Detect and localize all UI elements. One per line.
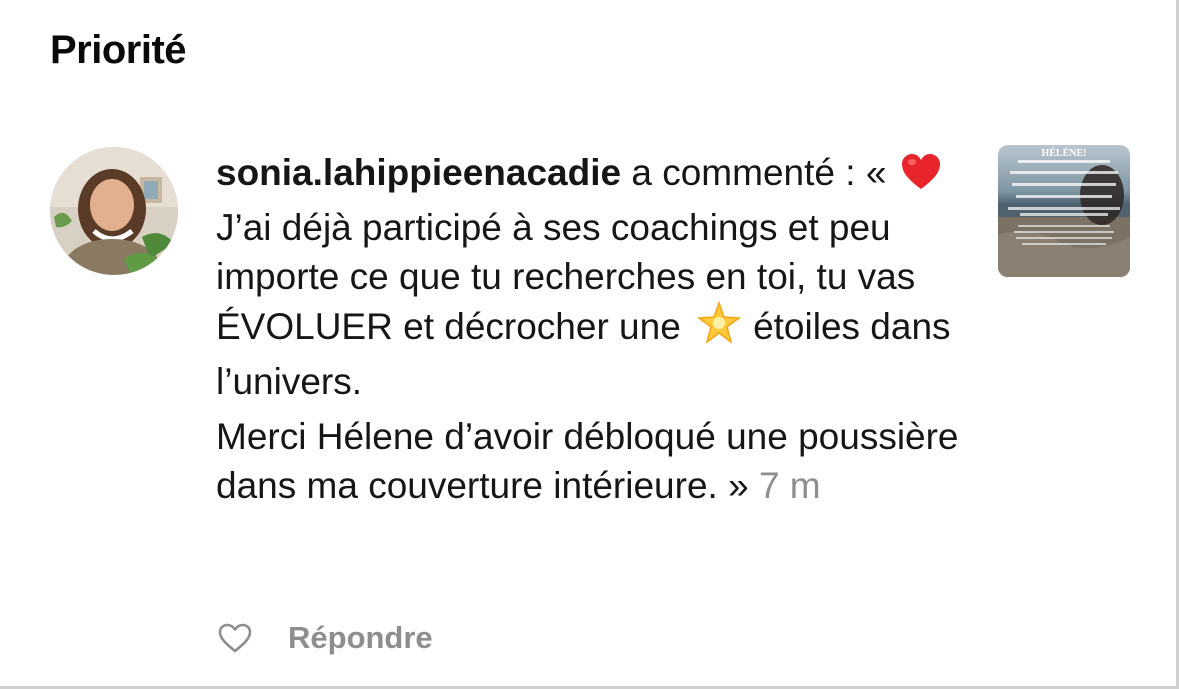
reply-button[interactable]: Répondre <box>288 620 433 656</box>
glowing-star-icon <box>697 300 742 357</box>
comment-action: a commenté : <box>631 152 856 193</box>
heart-outline-icon[interactable] <box>216 619 254 657</box>
open-quote: « <box>865 152 887 193</box>
comment-username[interactable]: sonia.lahippieenacadie <box>216 152 621 193</box>
comment-body: sonia.lahippieenacadie a commenté : « J’… <box>216 148 976 510</box>
comment-actions: Répondre <box>216 618 433 658</box>
post-thumbnail[interactable]: HÉLÈNE! <box>998 145 1130 277</box>
comment-text-para2: Merci Hélene d’avoir débloqué une poussi… <box>216 416 959 506</box>
avatar[interactable] <box>50 147 178 275</box>
section-title: Priorité <box>50 28 187 72</box>
red-heart-icon <box>901 153 941 203</box>
comment-timestamp: 7 m <box>758 465 821 506</box>
thumbnail-title: HÉLÈNE! <box>1041 147 1086 159</box>
